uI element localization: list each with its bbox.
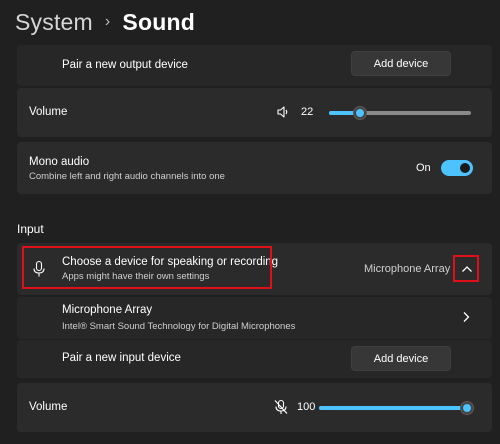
- pair-input-device-row: Pair a new input device Add device: [17, 340, 492, 378]
- pair-input-device-label: Pair a new input device: [62, 352, 181, 364]
- breadcrumb-system[interactable]: System: [15, 9, 93, 36]
- mono-audio-title: Mono audio: [29, 156, 90, 168]
- mono-audio-row: Mono audio Combine left and right audio …: [17, 142, 492, 194]
- mono-audio-subtitle: Combine left and right audio channels in…: [29, 171, 225, 182]
- mono-audio-toggle[interactable]: [441, 160, 473, 176]
- input-volume-slider-thumb[interactable]: [460, 401, 474, 415]
- highlight-choose-device: [22, 246, 272, 289]
- input-volume-slider-fill: [319, 406, 467, 410]
- output-volume-slider-thumb[interactable]: [353, 106, 367, 120]
- add-output-device-button[interactable]: Add device: [351, 51, 451, 76]
- chevron-right-icon[interactable]: [460, 311, 472, 323]
- add-input-device-button[interactable]: Add device: [351, 346, 451, 371]
- input-volume-slider[interactable]: [319, 401, 474, 415]
- input-section-title: Input: [17, 222, 44, 236]
- output-volume-slider[interactable]: [329, 106, 471, 120]
- highlight-expand-button: [453, 255, 479, 282]
- input-device-description: Intel® Smart Sound Technology for Digita…: [62, 321, 296, 332]
- input-volume-value: 100: [297, 401, 316, 413]
- output-volume-label: Volume: [29, 106, 68, 118]
- speaker-icon[interactable]: [276, 105, 290, 119]
- selected-input-device: Microphone Array: [364, 263, 451, 275]
- breadcrumb: System › Sound: [15, 6, 195, 38]
- breadcrumb-separator: ›: [104, 13, 111, 30]
- input-device-item[interactable]: Microphone Array Intel® Smart Sound Tech…: [17, 297, 492, 339]
- input-volume-row: Volume 100: [17, 383, 492, 432]
- input-device-name: Microphone Array: [62, 304, 153, 316]
- microphone-muted-icon[interactable]: [273, 399, 289, 415]
- page-title: Sound: [122, 8, 195, 35]
- output-volume-row: Volume 22: [17, 88, 492, 137]
- pair-output-device-row: Pair a new output device Add device: [17, 45, 492, 86]
- input-volume-label: Volume: [29, 401, 68, 413]
- output-volume-value: 22: [301, 106, 314, 118]
- mono-audio-toggle-state: On: [416, 162, 431, 174]
- pair-output-device-label: Pair a new output device: [62, 59, 188, 71]
